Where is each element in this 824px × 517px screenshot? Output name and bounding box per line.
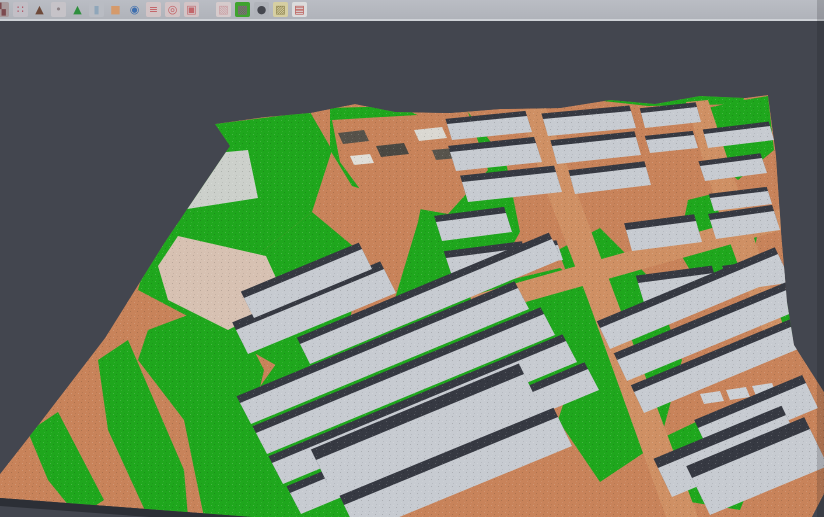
flag-marks-icon[interactable]: ▨ bbox=[273, 2, 288, 17]
delete-strip-icon[interactable]: ▤ bbox=[292, 2, 307, 17]
histogram-icon[interactable]: ≡ bbox=[146, 2, 161, 17]
toolbar-group-separator bbox=[203, 9, 212, 10]
clone-icon[interactable]: ▚ bbox=[0, 2, 9, 17]
side-panel-icon[interactable]: ▮ bbox=[89, 2, 104, 17]
subsample-icon[interactable]: • bbox=[51, 2, 66, 17]
camera-icon[interactable]: ● bbox=[254, 2, 269, 17]
green-terrain-icon[interactable]: ▲ bbox=[70, 2, 85, 17]
selection-box-icon[interactable]: ▣ bbox=[184, 2, 199, 17]
ortho-image-icon[interactable]: ■ bbox=[108, 2, 123, 17]
color-points-icon[interactable]: ∷ bbox=[13, 2, 28, 17]
toolbar-icon-strip: ▚ ∷ ▲ • ▲ ▮ ■ ◉ ≡ ◎ ▣ ▧ ▩ ● ▨ ▤ bbox=[0, 2, 307, 17]
classification-icon[interactable]: ▩ bbox=[235, 2, 250, 17]
circle-target-icon[interactable]: ◎ bbox=[165, 2, 180, 17]
globe-icon[interactable]: ◉ bbox=[127, 2, 142, 17]
terrain-mesh-icon[interactable]: ▲ bbox=[32, 2, 47, 17]
main-toolbar: ▚ ∷ ▲ • ▲ ▮ ■ ◉ ≡ ◎ ▣ ▧ ▩ ● ▨ ▤ bbox=[0, 0, 824, 21]
viewport-canvas[interactable] bbox=[0, 23, 824, 517]
viewport bbox=[0, 23, 824, 517]
clip-box-icon[interactable]: ▧ bbox=[216, 2, 231, 17]
